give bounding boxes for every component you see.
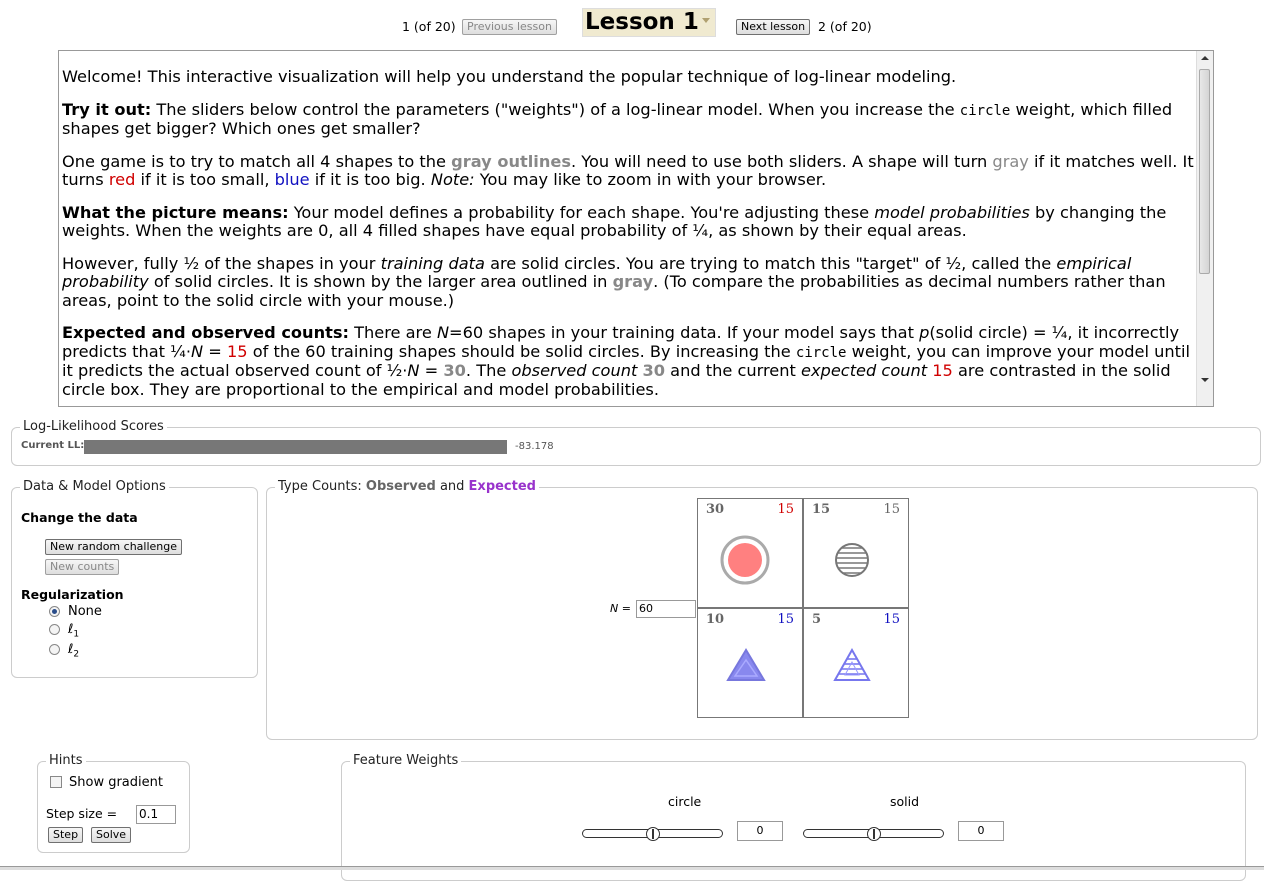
new-counts-button[interactable]: New counts [45,559,120,575]
cell-striped-circle[interactable]: 15 15 [803,498,909,608]
lesson-scrollbar[interactable] [1196,51,1213,406]
lesson-paragraph-counts: Expected and observed counts: There are … [62,323,1190,399]
solid-weight-slider-handle[interactable] [867,827,881,841]
scroll-thumb[interactable] [1199,69,1210,274]
step-size-input[interactable]: 0.1 [136,805,176,824]
type-counts-legend: Type Counts: Observed and Expected [275,479,539,494]
feature-weights-group: Feature Weights circle 0 solid 0 [341,753,1246,881]
cell-solid-triangle[interactable]: 10 15 [697,608,803,718]
cell-striped-triangle[interactable]: 5 15 [803,608,909,718]
data-model-options-group: Data & Model Options Change the data New… [11,479,258,678]
hints-legend: Hints [46,753,86,768]
current-ll-value: -83.178 [515,441,554,452]
lesson-paragraph-intro: Welcome! This interactive visualization … [62,67,957,86]
feature-weights-legend: Feature Weights [350,753,462,768]
circle-weight-input[interactable]: 0 [737,821,783,841]
show-gradient-checkbox[interactable] [50,776,62,788]
lesson-paragraph-meaning: What the picture means: Your model defin… [62,202,1167,240]
log-likelihood-group: Log-Likelihood Scores Current LL: -83.17… [11,419,1261,466]
solid-triangle-shape[interactable] [697,608,803,718]
regularization-none-label: None [68,604,102,619]
scroll-up-icon[interactable] [1201,56,1209,60]
lesson-text-panel[interactable]: Welcome! This interactive visualization … [58,50,1214,407]
regularization-l1-radio[interactable] [49,624,60,635]
lesson-paragraph-empirical: However, fully ½ of the shapes in your t… [62,253,1166,310]
regularization-l2-radio[interactable] [49,644,60,655]
solid-weight-label: solid [890,794,920,809]
regularization-none-radio[interactable] [49,606,60,617]
lesson-content: Welcome! This interactive visualization … [62,67,1196,406]
step-button[interactable]: Step [48,827,84,843]
lesson-paragraph-game: One game is to try to match all 4 shapes… [62,151,1194,189]
circle-weight-label: circle [668,794,702,809]
circle-weight-slider-handle[interactable] [646,827,660,841]
chevron-down-icon [702,18,710,23]
next-lesson-index: 2 (of 20) [818,19,872,34]
hints-group: Hints Show gradient Step size = 0.1 Step… [37,753,190,853]
scroll-down-icon[interactable] [1201,378,1209,382]
page-title: Lesson 1 [585,9,699,35]
step-size-label: Step size = [46,806,118,821]
n-input[interactable]: 60 [636,600,696,618]
bottom-divider [0,866,1264,870]
lesson-paragraph-try: Try it out: The sliders below control th… [62,99,1173,138]
show-gradient-label: Show gradient [69,775,163,790]
cell-solid-circle[interactable]: 30 15 [697,498,803,608]
lesson-select[interactable]: Lesson 1 [582,8,716,37]
solve-button[interactable]: Solve [91,827,132,843]
previous-lesson-index: 1 (of 20) [402,19,456,34]
new-random-challenge-button[interactable]: New random challenge [45,539,183,555]
log-likelihood-legend: Log-Likelihood Scores [20,419,167,434]
regularization-heading: Regularization [21,587,124,602]
options-legend: Data & Model Options [20,479,169,494]
ll-bar [84,440,507,454]
striped-circle-shape[interactable] [803,498,909,608]
n-label: N = [610,602,631,615]
change-data-heading: Change the data [21,510,138,525]
regularization-l2-label: ℓ2 [68,642,80,660]
solid-circle-shape[interactable] [697,498,803,608]
next-lesson-button[interactable]: Next lesson [736,19,811,35]
solid-weight-input[interactable]: 0 [958,821,1004,841]
current-ll-label: Current LL: [21,440,85,451]
regularization-l1-label: ℓ1 [68,622,80,640]
striped-triangle-shape[interactable] [803,608,909,718]
previous-lesson-button[interactable]: Previous lesson [462,19,557,35]
